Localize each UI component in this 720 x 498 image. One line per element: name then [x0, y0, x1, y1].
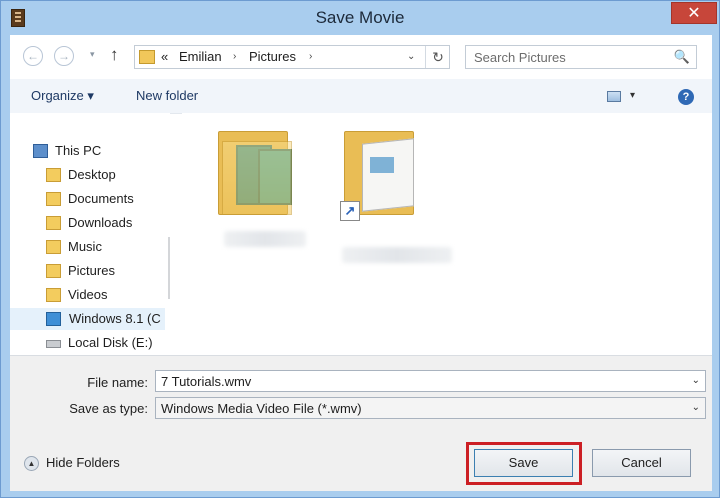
nav-item-label: Local Disk (E:)	[68, 335, 153, 350]
forward-button[interactable]: →	[54, 46, 74, 66]
image-thumbnail-icon	[370, 157, 394, 173]
folder-front	[222, 141, 292, 215]
list-item[interactable]: ↗	[340, 123, 424, 223]
save-as-type-value: Windows Media Video File (*.wmv)	[161, 401, 362, 416]
hide-folders-label: Hide Folders	[46, 455, 120, 470]
nav-item-label: Pictures	[68, 263, 115, 278]
scroll-up-icon[interactable]: ⌃	[165, 117, 170, 128]
nav-item-label: Videos	[68, 287, 108, 302]
save-as-type-select[interactable]: Windows Media Video File (*.wmv) ⌄	[155, 397, 706, 419]
folder-icon	[139, 50, 155, 64]
file-name-field[interactable]: 7 Tutorials.wmv ⌄	[155, 370, 706, 392]
nav-item-downloads[interactable]: Downloads	[46, 212, 170, 234]
nav-item-pictures[interactable]: Pictures	[46, 260, 170, 282]
search-input[interactable]: Search Pictures 🔍	[465, 45, 697, 69]
scrollbar-thumb[interactable]	[168, 237, 170, 299]
blurred-folder-label	[224, 231, 306, 247]
save-as-type-label: Save as type:	[69, 401, 148, 416]
file-name-value: 7 Tutorials.wmv	[161, 374, 252, 389]
navigation-scrollbar[interactable]: ⌃ ⌄	[165, 113, 170, 355]
list-item[interactable]	[218, 123, 298, 223]
shortcut-arrow-icon: ↗	[340, 201, 360, 221]
dialog-content: ← → ▾ ↑ « Emilian › Pictures › ⌄ ↻ Searc…	[10, 35, 712, 491]
breadcrumb-emilian[interactable]: Emilian	[179, 49, 222, 64]
up-button[interactable]: ↑	[110, 45, 119, 65]
blurred-folder-label	[342, 247, 452, 263]
window-title: Save Movie	[315, 8, 405, 27]
nav-item-label: Windows 8.1 (C	[69, 311, 161, 326]
folder-icon	[46, 264, 61, 278]
folder-icon	[46, 192, 61, 206]
nav-item-label: Music	[68, 239, 102, 254]
breadcrumb-pictures[interactable]: Pictures	[249, 49, 296, 64]
nav-item-music[interactable]: Music	[46, 236, 170, 258]
nav-item-documents[interactable]: Documents	[46, 188, 170, 210]
save-movie-dialog: Save Movie ✕ ← → ▾ ↑ « Emilian › Picture…	[0, 0, 720, 498]
nav-item-this-pc[interactable]: This PC	[33, 140, 170, 162]
folder-icon	[46, 288, 61, 302]
nav-item-label: Desktop	[68, 167, 116, 182]
file-list: ↗	[182, 113, 712, 355]
nav-item-label: Downloads	[68, 215, 133, 230]
navigation-bar: ← → ▾ ↑ « Emilian › Pictures › ⌄ ↻ Searc…	[10, 35, 712, 79]
address-overflow[interactable]: «	[161, 49, 168, 64]
nav-item-label: Documents	[68, 191, 134, 206]
organize-menu[interactable]: Organize ▾	[31, 88, 94, 104]
windows-drive-icon	[46, 312, 61, 326]
file-name-label: File name:	[87, 375, 148, 390]
refresh-button[interactable]: ↻	[425, 46, 450, 68]
title-bar: Save Movie ✕	[1, 1, 719, 35]
back-button[interactable]: ←	[23, 46, 43, 66]
pc-icon	[33, 144, 48, 158]
address-dropdown-icon[interactable]: ⌄	[407, 51, 415, 62]
cancel-button[interactable]: Cancel	[592, 449, 691, 477]
chevron-right-icon[interactable]: ›	[233, 51, 236, 62]
save-button[interactable]: Save	[474, 449, 573, 477]
help-icon[interactable]: ?	[678, 89, 694, 105]
collapse-up-icon: ▲	[24, 456, 39, 471]
search-icon[interactable]: 🔍	[674, 49, 690, 65]
disk-icon	[46, 340, 61, 348]
save-options-panel: File name: 7 Tutorials.wmv ⌄ Save as typ…	[10, 355, 712, 491]
chevron-down-icon[interactable]: ⌄	[692, 402, 700, 413]
command-toolbar: Organize ▾ New folder ▾ ?	[10, 79, 712, 114]
document-icon	[362, 138, 414, 212]
nav-item-label: This PC	[55, 143, 102, 158]
nav-item-windows-drive[interactable]: Windows 8.1 (C	[10, 308, 165, 330]
chevron-down-icon[interactable]: ⌄	[692, 375, 700, 386]
address-bar[interactable]: « Emilian › Pictures › ⌄ ↻	[134, 45, 450, 69]
nav-item-videos[interactable]: Videos	[46, 284, 170, 306]
change-view-icon[interactable]	[607, 91, 621, 102]
folder-icon	[46, 216, 61, 230]
recent-locations-dropdown[interactable]: ▾	[90, 49, 95, 60]
scroll-down-icon[interactable]: ⌄	[165, 337, 170, 348]
folder-icon	[46, 240, 61, 254]
search-placeholder: Search Pictures	[474, 50, 566, 65]
navigation-pane: This PC Desktop Documents Downloads Musi…	[10, 113, 170, 355]
new-folder-button[interactable]: New folder	[136, 88, 198, 103]
folder-icon	[46, 168, 61, 182]
close-button[interactable]: ✕	[671, 2, 717, 24]
nav-item-desktop[interactable]: Desktop	[46, 164, 170, 186]
chevron-right-icon[interactable]: ›	[309, 51, 312, 62]
nav-item-local-disk[interactable]: Local Disk (E:)	[46, 332, 170, 354]
view-options-dropdown[interactable]: ▾	[630, 90, 635, 101]
